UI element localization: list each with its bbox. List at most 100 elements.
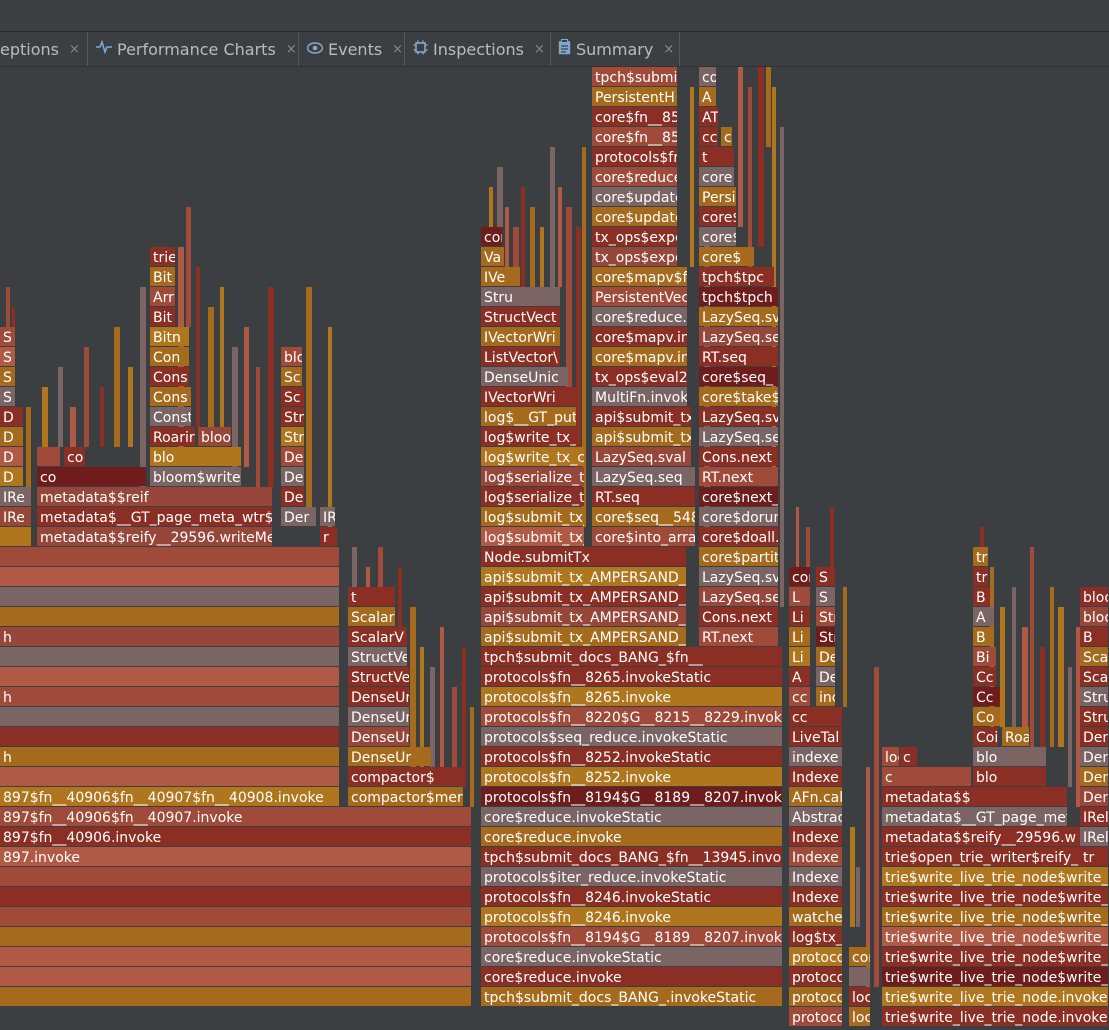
flame-frame[interactable]: Li [789, 607, 810, 626]
flame-frame[interactable]: api$submit_tx [592, 427, 694, 446]
flame-spike[interactable] [540, 227, 544, 287]
flame-frame[interactable]: api$submit_tx_AMPERSAND_.ir [481, 567, 700, 586]
flame-frame[interactable]: log$write_tx_c [481, 427, 585, 446]
flame-frame[interactable]: loc [849, 987, 872, 1006]
flame-frame-bar[interactable] [0, 567, 339, 586]
flame-frame[interactable]: B [973, 587, 990, 606]
flame-spike[interactable] [140, 287, 146, 487]
flame-spike[interactable] [306, 287, 312, 507]
flame-frame[interactable]: Bit [150, 267, 175, 286]
flame-frame[interactable]: Co [973, 707, 1000, 726]
flame-frame-bar[interactable] [0, 947, 471, 966]
flame-frame[interactable]: Der [281, 507, 316, 526]
flame-frame-bar[interactable] [0, 727, 339, 746]
flame-spike[interactable] [1076, 627, 1080, 807]
flame-spike[interactable] [196, 267, 200, 427]
flame-frame[interactable]: DenseUnic [481, 367, 568, 386]
flame-frame[interactable] [0, 947, 471, 966]
flame-frame[interactable]: D [0, 427, 23, 446]
flame-frame[interactable]: log$serialize_tx [481, 467, 593, 486]
flame-spike[interactable] [462, 647, 466, 787]
flame-frame[interactable]: tx_ops$expec [592, 227, 691, 246]
flame-spike[interactable] [128, 367, 133, 447]
flame-frame[interactable] [0, 887, 471, 906]
flame-frame[interactable]: co [64, 447, 85, 466]
flame-frame[interactable]: bloom$write [150, 467, 241, 486]
flame-frame[interactable]: Den [1080, 727, 1109, 746]
flame-frame[interactable]: S [0, 327, 15, 346]
flame-frame-bar[interactable] [0, 707, 339, 726]
flame-spike[interactable] [1040, 647, 1045, 747]
flame-frame[interactable]: ListVector\ [481, 347, 560, 366]
flame-frame[interactable]: Den [1080, 747, 1109, 766]
flame-frame[interactable]: trie$write_live_trie_node$write_no [882, 867, 1109, 886]
flame-frame[interactable]: tpch$submit_docs_BANG_.invokeStatic [481, 987, 782, 1006]
flame-frame[interactable] [37, 447, 60, 466]
flame-frame[interactable]: blo [973, 767, 1046, 786]
flame-frame[interactable]: bloom$wr [1080, 587, 1109, 606]
flame-frame[interactable]: DenseUr [348, 747, 431, 766]
flame-frame[interactable]: tpch$tpc [699, 267, 774, 286]
flame-spike[interactable] [6, 287, 10, 327]
flame-frame[interactable]: S [0, 367, 15, 386]
flame-spike[interactable] [505, 207, 509, 267]
flame-spike[interactable] [843, 587, 847, 707]
flame-frame[interactable]: LazySeq.se [699, 327, 781, 346]
flame-frame[interactable]: Arr [150, 287, 175, 306]
flame-frame[interactable]: 897$fn__40906$fn__40907$fn__40908.invoke [0, 787, 339, 806]
flame-frame[interactable]: 897$fn__40906$fn__40907.invoke [0, 807, 471, 826]
flame-spike[interactable] [100, 387, 104, 447]
flame-frame[interactable]: core$mapv.in [592, 327, 690, 346]
flame-frame[interactable]: StructVe [348, 647, 410, 666]
flame-frame[interactable]: IVe [481, 267, 520, 286]
flame-frame[interactable]: cc [721, 127, 739, 146]
flame-spike[interactable] [268, 287, 274, 487]
flame-frame[interactable]: protocols$fn__8194$G__8189__8207.invoke [481, 927, 790, 946]
flame-frame[interactable]: ScalarV [348, 607, 404, 626]
flame-spike[interactable] [244, 327, 249, 467]
flame-frame[interactable]: PersistentH [592, 87, 677, 106]
flame-frame[interactable]: Indexe [789, 847, 842, 866]
flame-spike[interactable] [850, 827, 855, 927]
flame-frame[interactable]: co [37, 467, 146, 486]
flame-frame[interactable]: log$__GT_put [481, 407, 578, 426]
flame-frame[interactable]: Cc [973, 687, 1000, 706]
flame-frame[interactable]: core$seq_ [699, 367, 778, 386]
flame-frame[interactable]: tpch$tpch [699, 287, 778, 306]
flame-frame[interactable]: core$fn__85 [592, 107, 680, 126]
flame-frame[interactable]: cc [789, 707, 842, 726]
flame-frame[interactable]: Indexe [789, 827, 842, 846]
flame-frame[interactable]: api$submit_tx_AMPERSAND_.ir [481, 627, 700, 646]
flame-frame[interactable]: A [699, 87, 716, 106]
flame-frame[interactable]: bloom$wr [1080, 607, 1109, 626]
flame-spike[interactable] [856, 867, 860, 927]
flame-frame[interactable]: L [789, 587, 810, 606]
flame-frame[interactable]: log$submit_tx_ [481, 507, 591, 526]
flame-frame[interactable]: core$ [699, 247, 754, 266]
flame-frame[interactable]: c [900, 747, 917, 766]
flame-frame[interactable]: Scal [1080, 647, 1109, 666]
flame-frame[interactable]: StructVect [481, 307, 560, 326]
flame-frame-bar[interactable] [0, 667, 339, 686]
flame-frame[interactable]: IRel [1080, 827, 1109, 846]
flame-frame[interactable]: RT.next [699, 627, 778, 646]
flame-graph-canvas[interactable]: SSSSDDDDIReIRehhh897$fn__40906$fn__40907… [0, 67, 1109, 1030]
flame-frame[interactable]: cc [699, 127, 718, 146]
flame-frame[interactable]: IRe [0, 507, 31, 526]
flame-frame[interactable]: api$submit_tx [592, 407, 694, 426]
flame-frame[interactable]: B [1080, 627, 1108, 646]
flame-frame-bar[interactable] [0, 647, 339, 666]
flame-spike[interactable] [452, 687, 457, 767]
flame-frame[interactable] [0, 547, 339, 566]
flame-frame-bar[interactable] [0, 767, 339, 786]
tab-summary[interactable]: Summary × [551, 32, 680, 66]
tab-exceptions[interactable]: eptions × [0, 32, 88, 66]
flame-frame[interactable]: D [0, 447, 23, 466]
close-icon[interactable]: × [69, 42, 80, 57]
flame-frame[interactable]: ScalarV [348, 627, 407, 646]
flame-frame[interactable]: DenseUr [348, 707, 411, 726]
flame-frame[interactable]: core$fn__85 [592, 127, 680, 146]
flame-frame[interactable]: A [973, 607, 994, 626]
flame-spike[interactable] [220, 287, 224, 427]
flame-frame[interactable]: compactor$ [348, 767, 463, 786]
